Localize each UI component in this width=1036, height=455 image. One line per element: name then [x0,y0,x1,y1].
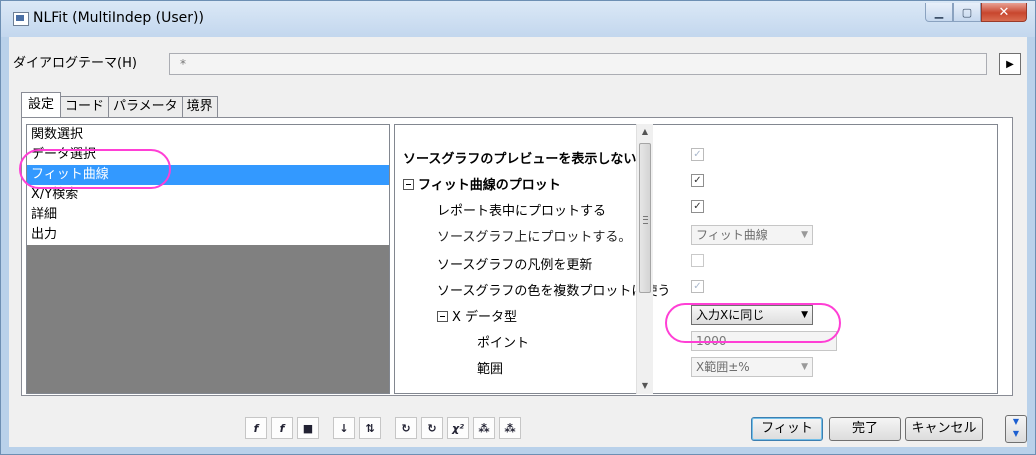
save-icon[interactable]: ■ [297,417,319,439]
dialog-window: NLFit (MultiIndep (User)) ▁ ▢ ✕ ダイアログテーマ… [0,0,1036,455]
close-button[interactable]: ✕ [981,3,1027,22]
plot-source-dropdown[interactable]: フィット曲線 ▼ [691,225,813,245]
app-icon [13,12,29,26]
prop-label: ソースグラフ上にプロットする。 [437,230,632,245]
collapse-icon[interactable] [403,179,414,190]
nav-item-output[interactable]: 出力 [27,225,389,245]
dialog-theme-field[interactable]: * [169,53,987,75]
done-button[interactable]: 完了 [829,417,901,441]
window-title: NLFit (MultiIndep (User)) [33,10,204,26]
use-color-checkbox[interactable]: ✓ [691,280,704,293]
scroll-up-icon[interactable]: ▲ [637,124,653,140]
prop-row-update-legend: ソースグラフの凡例を更新 [395,251,995,277]
plot-fit-checkbox[interactable]: ✓ [691,174,704,187]
maximize-button[interactable]: ▢ [953,3,981,22]
update-legend-checkbox[interactable] [691,254,704,267]
close-icon: ✕ [998,4,1010,20]
cancel-button[interactable]: キャンセル [905,417,983,441]
function-organizer-icon[interactable]: f [271,417,293,439]
fit-until-converged-icon[interactable]: ⁂ [499,417,521,439]
no-preview-checkbox[interactable]: ✓ [691,148,704,161]
minimize-button[interactable]: ▁ [925,3,953,22]
prop-row-use-color: ソースグラフの色を複数プロットに使う ✓ [395,277,995,303]
window-controls: ▁ ▢ ✕ [925,3,1027,23]
tab-bar: 設定 コード パラメータ 境界 [21,92,218,117]
title-bar[interactable]: NLFit (MultiIndep (User)) ▁ ▢ ✕ [1,1,1035,37]
chevron-down-icon: ▼ ▼ [1012,417,1020,438]
maximize-icon: ▢ [961,5,973,19]
collapse-icon[interactable] [437,311,448,322]
prop-label: X データ型 [452,310,518,325]
dialog-client: ダイアログテーマ(H) * ▶ 設定 コード パラメータ 境界 関数選択 データ… [9,37,1027,447]
sort-ascending-icon[interactable]: ↓ [333,417,355,439]
property-grid: ソースグラフのプレビューを表示しない ✓ フィット曲線のプロット ✓ レポート表… [394,124,998,394]
fit-step-icon[interactable]: ⁂ [473,417,495,439]
nav-item-advanced[interactable]: 詳細 [27,205,389,225]
one-iteration-icon[interactable]: ↻ [395,417,417,439]
prop-label-group: X データ型 [437,306,517,325]
fit-button[interactable]: フィット [751,417,823,441]
chevron-down-icon: ▼ [801,362,808,372]
prop-label: 範囲 [477,362,504,377]
tab-settings[interactable]: 設定 [21,92,62,117]
dropdown-value: フィット曲線 [696,228,768,242]
prop-label: フィット曲線のプロット [418,178,561,193]
prop-label-group: フィット曲線のプロット [403,174,561,193]
nav-item-function-select[interactable]: 関数選択 [27,125,389,145]
fit-toolbar: f f ■ ↓ ⇅ ↻ ↻ χ² ⁂ ⁂ [245,417,525,439]
theme-menu-button[interactable]: ▶ [999,53,1021,75]
chi-square-icon[interactable]: χ² [447,417,469,439]
highlight-x-data-type [665,303,841,343]
vertical-scrollbar[interactable]: ▲ ▼ [636,124,653,394]
prop-row-plot-fit: フィット曲線のプロット ✓ [395,171,995,197]
function-builder-icon[interactable]: f [245,417,267,439]
highlight-fitted-curves [19,149,171,189]
iterate-icon[interactable]: ↻ [421,417,443,439]
prop-label: ソースグラフの凡例を更新 [437,258,593,273]
prop-label: ソースグラフのプレビューを表示しない [403,152,637,167]
prop-row-plot-source: ソースグラフ上にプロットする。 フィット曲線 ▼ [395,223,995,249]
dropdown-value: X範囲±% [696,360,750,374]
prop-label: レポート表中にプロットする [437,204,607,219]
plot-report-checkbox[interactable]: ✓ [691,200,704,213]
expand-collapse-button[interactable]: ▼ ▼ [1005,415,1027,443]
tab-parameters[interactable]: パラメータ [108,96,183,117]
tab-code[interactable]: コード [60,96,110,117]
arrow-right-icon: ▶ [1006,58,1014,70]
tab-bounds[interactable]: 境界 [181,96,218,117]
prop-row-range: 範囲 X範囲±% ▼ [395,355,995,381]
prop-label: ポイント [477,336,530,351]
scroll-down-icon[interactable]: ▼ [637,378,653,394]
prop-row-no-preview: ソースグラフのプレビューを表示しない ✓ [395,145,995,171]
prop-row-plot-report: レポート表中にプロットする ✓ [395,197,995,223]
grip-icon [643,216,648,224]
range-dropdown[interactable]: X範囲±% ▼ [691,357,813,377]
scroll-thumb[interactable] [639,143,651,293]
dialog-theme-label: ダイアログテーマ(H) [13,56,137,71]
settings-panel: 関数選択 データ選択 フィット曲線 X/Y検索 詳細 出力 ソースグラフのプレビ… [21,117,1013,396]
minimize-icon: ▁ [934,5,944,19]
chevron-down-icon: ▼ [801,230,808,240]
sort-options-icon[interactable]: ⇅ [359,417,381,439]
